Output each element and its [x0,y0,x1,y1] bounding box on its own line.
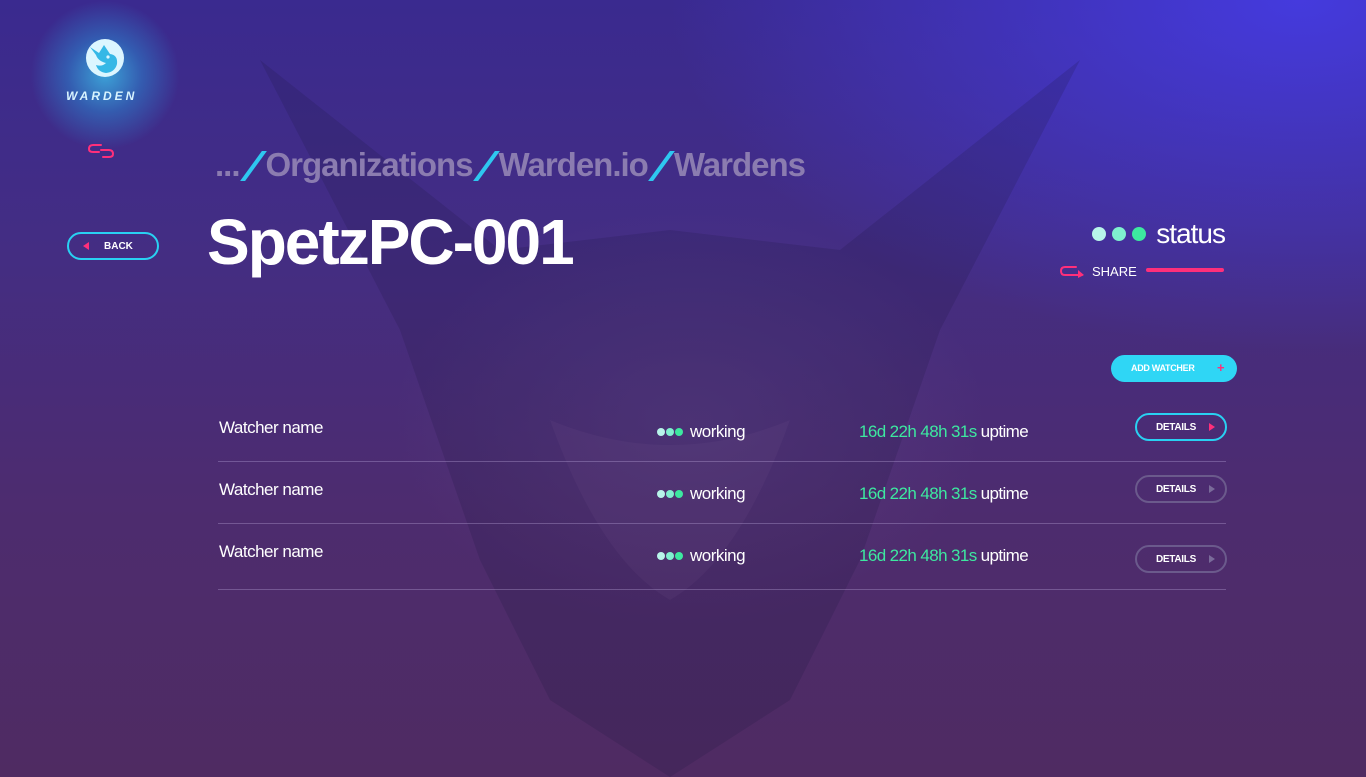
details-label: DETAILS [1156,484,1196,495]
status-dot-icon [657,428,665,436]
uptime-value: 16d 22h 48h 31s [859,422,977,441]
uptime-suffix: uptime [980,546,1029,565]
watcher-name: Watcher name [219,542,323,561]
play-arrow-icon [1209,485,1215,493]
status-dot-2 [1112,227,1127,241]
uptime-value: 16d 22h 48h 31s [859,484,977,503]
status-dot-icon [657,490,665,498]
breadcrumb-item-ellipsis[interactable]: ... [215,146,240,184]
uptime-suffix: uptime [980,422,1029,441]
status-indicator: status [1092,218,1226,250]
breadcrumb: ... Organizations Warden.io Wardens [215,143,806,187]
share-arrow-icon [1060,266,1084,278]
status-dot-icon [666,552,674,560]
status-dot-1 [1092,227,1107,241]
link-icon[interactable] [87,142,115,160]
add-watcher-label: ADD WATCHER [1131,363,1195,373]
arrow-left-icon [83,242,89,250]
status-dot-icon [675,428,683,436]
breadcrumb-separator [475,150,497,180]
back-button[interactable]: BACK [67,232,159,260]
watcher-status: working [657,546,746,566]
status-dot-icon [675,552,683,560]
status-dot-icon [666,490,674,498]
watcher-uptime: 16d 22h 48h 31s uptime [859,546,1029,566]
breadcrumb-item-warden-io[interactable]: Warden.io [499,146,649,184]
background-wolf-image [260,60,1080,777]
add-watcher-button[interactable]: ADD WATCHER + [1111,355,1237,382]
watcher-status-label: working [690,422,746,441]
share-underline [1146,268,1224,272]
uptime-value: 16d 22h 48h 31s [859,546,977,565]
page-title: SpetzPC-001 [207,206,575,278]
play-arrow-icon [1209,555,1215,563]
table-row: Watcher name working 16d 22h 48h 31s upti… [218,400,1227,462]
details-button[interactable]: DETAILS [1135,413,1227,441]
fox-logo-icon[interactable] [84,37,126,79]
details-label: DETAILS [1156,554,1196,565]
breadcrumb-separator [242,150,264,180]
watcher-list: Watcher name working 16d 22h 48h 31s upti… [218,400,1227,590]
breadcrumb-item-wardens[interactable]: Wardens [674,146,806,184]
watcher-status-label: working [690,484,746,503]
details-button[interactable]: DETAILS [1135,545,1227,573]
details-label: DETAILS [1156,422,1196,433]
watcher-status-label: working [690,546,746,565]
table-row: Watcher name working 16d 22h 48h 31s upti… [218,524,1227,590]
status-dot-icon [675,490,683,498]
share-button[interactable]: SHARE [1060,262,1226,280]
watcher-name: Watcher name [219,480,323,499]
watcher-uptime: 16d 22h 48h 31s uptime [859,484,1029,504]
status-dot-3 [1132,227,1147,241]
status-dot-icon [657,552,665,560]
watcher-name: Watcher name [219,418,323,437]
watcher-uptime: 16d 22h 48h 31s uptime [859,422,1029,442]
plus-icon: + [1217,360,1225,375]
table-row: Watcher name working 16d 22h 48h 31s upti… [218,462,1227,524]
share-label: SHARE [1092,263,1137,279]
watcher-status: working [657,484,746,504]
uptime-suffix: uptime [980,484,1029,503]
brand-name: WARDEN [66,89,138,103]
status-label: status [1156,218,1226,249]
breadcrumb-separator [650,150,672,180]
watcher-status: working [657,422,746,442]
details-button[interactable]: DETAILS [1135,475,1227,503]
status-dot-icon [666,428,674,436]
back-button-label: BACK [104,241,133,252]
play-arrow-icon [1209,423,1215,431]
breadcrumb-item-organizations[interactable]: Organizations [266,146,474,184]
